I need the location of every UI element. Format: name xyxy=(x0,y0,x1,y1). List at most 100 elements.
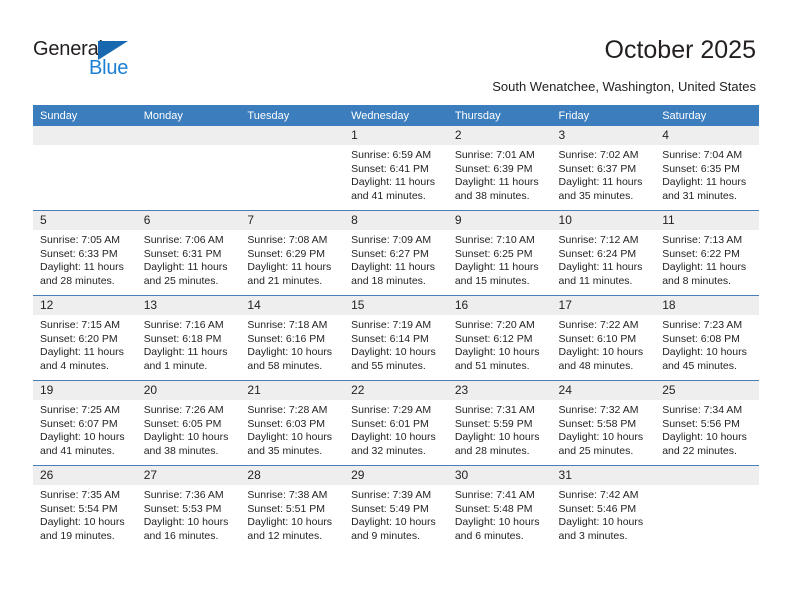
calendar-day-cell[interactable]: 11 Sunrise: 7:13 AM Sunset: 6:22 PM Dayligh… xyxy=(655,210,759,296)
calendar-day-cell[interactable]: 24 Sunrise: 7:32 AM Sunset: 5:58 PM Dayligh… xyxy=(551,380,656,466)
daylight-text-line1: Daylight: 10 hours xyxy=(143,516,229,528)
day-number: 1 xyxy=(344,126,448,145)
sunrise-text: Sunrise: 7:26 AM xyxy=(143,404,224,416)
sunset-text: Sunset: 5:59 PM xyxy=(454,417,533,430)
sunset-text: Sunset: 6:01 PM xyxy=(351,417,429,430)
daylight-text-line1: Daylight: 11 hours xyxy=(143,261,228,273)
day-details: Sunrise: 7:42 AM Sunset: 5:46 PM Daylight:… xyxy=(552,485,656,543)
daylight-text-line1: Daylight: 10 hours xyxy=(662,431,747,443)
day-details: Sunrise: 7:35 AM Sunset: 5:54 PM Daylight:… xyxy=(33,485,137,543)
calendar-day-cell[interactable]: 27 Sunrise: 7:36 AM Sunset: 5:53 PM Dayligh… xyxy=(136,465,241,550)
day-number: 8 xyxy=(344,211,448,230)
sunset-text: Sunset: 6:27 PM xyxy=(351,247,429,260)
sunset-text: Sunset: 6:22 PM xyxy=(662,247,740,260)
calendar-day-cell[interactable]: 16 Sunrise: 7:20 AM Sunset: 6:12 PM Dayligh… xyxy=(447,295,552,381)
sunset-text: Sunset: 6:10 PM xyxy=(558,332,637,345)
day-details: Sunrise: 7:25 AM Sunset: 6:07 PM Daylight:… xyxy=(33,400,137,458)
day-number: 15 xyxy=(344,296,448,315)
calendar-day-cell[interactable]: 28 Sunrise: 7:38 AM Sunset: 5:51 PM Dayligh… xyxy=(240,465,345,550)
calendar-day-cell[interactable]: 5 Sunrise: 7:05 AM Sunset: 6:33 PM Daylight… xyxy=(33,210,137,296)
daylight-text-line1: Daylight: 11 hours xyxy=(558,176,643,188)
sunrise-text: Sunrise: 7:25 AM xyxy=(40,404,120,416)
daylight-text-line2: and 19 minutes. xyxy=(40,529,115,542)
sunrise-text: Sunrise: 7:13 AM xyxy=(662,234,743,246)
calendar-day-cell[interactable]: 14 Sunrise: 7:18 AM Sunset: 6:16 PM Dayligh… xyxy=(240,295,345,381)
calendar-day-cell[interactable] xyxy=(136,126,241,211)
sunset-text: Sunset: 6:31 PM xyxy=(143,247,222,260)
calendar-day-cell[interactable] xyxy=(655,465,759,550)
calendar-day-cell[interactable]: 31 Sunrise: 7:42 AM Sunset: 5:46 PM Dayligh… xyxy=(551,465,656,550)
day-number xyxy=(655,466,759,485)
day-details: Sunrise: 7:22 AM Sunset: 6:10 PM Daylight:… xyxy=(552,315,656,373)
sunrise-text: Sunrise: 7:09 AM xyxy=(351,234,432,246)
day-details: Sunrise: 7:31 AM Sunset: 5:59 PM Daylight:… xyxy=(448,400,552,458)
calendar-day-cell[interactable]: 17 Sunrise: 7:22 AM Sunset: 6:10 PM Dayligh… xyxy=(551,295,656,381)
day-details: Sunrise: 7:02 AM Sunset: 6:37 PM Daylight:… xyxy=(552,145,656,203)
calendar-day-cell[interactable]: 21 Sunrise: 7:28 AM Sunset: 6:03 PM Dayligh… xyxy=(240,380,345,466)
calendar-day-cell[interactable] xyxy=(240,126,345,211)
daylight-text-line1: Daylight: 11 hours xyxy=(351,261,435,273)
daylight-text-line1: Daylight: 10 hours xyxy=(247,346,333,358)
calendar-day-cell[interactable]: 18 Sunrise: 7:23 AM Sunset: 6:08 PM Dayligh… xyxy=(655,295,759,381)
day-number: 21 xyxy=(240,381,345,400)
calendar-day-cell[interactable]: 4 Sunrise: 7:04 AM Sunset: 6:35 PM Daylight… xyxy=(655,126,759,211)
day-number: 10 xyxy=(551,211,656,230)
daylight-text-line2: and 48 minutes. xyxy=(558,359,634,372)
weekday-header-tuesday: Tuesday xyxy=(240,105,345,126)
day-details: Sunrise: 7:12 AM Sunset: 6:24 PM Daylight:… xyxy=(552,230,656,288)
daylight-text-line2: and 31 minutes. xyxy=(662,189,737,202)
daylight-text-line2: and 38 minutes. xyxy=(454,189,530,202)
daylight-text-line1: Daylight: 10 hours xyxy=(247,431,333,443)
calendar-day-cell[interactable]: 8 Sunrise: 7:09 AM Sunset: 6:27 PM Daylight… xyxy=(344,210,448,296)
calendar-week-row: 12 Sunrise: 7:15 AM Sunset: 6:20 PM Dayligh… xyxy=(33,295,759,381)
calendar-week-row: 1 Sunrise: 6:59 AM Sunset: 6:41 PM Daylight… xyxy=(33,126,759,211)
sunrise-text: Sunrise: 7:36 AM xyxy=(143,489,224,501)
sunrise-text: Sunrise: 7:39 AM xyxy=(351,489,432,501)
daylight-text-line1: Daylight: 10 hours xyxy=(351,516,436,528)
calendar-day-cell[interactable]: 7 Sunrise: 7:08 AM Sunset: 6:29 PM Daylight… xyxy=(240,210,345,296)
daylight-text-line1: Daylight: 10 hours xyxy=(351,346,436,358)
sunset-text: Sunset: 6:14 PM xyxy=(351,332,429,345)
sunset-text: Sunset: 6:35 PM xyxy=(662,162,740,175)
brand-logo[interactable]: General Blue xyxy=(33,38,193,84)
daylight-text-line1: Daylight: 11 hours xyxy=(662,176,747,188)
day-number xyxy=(240,126,345,145)
calendar-day-cell[interactable]: 12 Sunrise: 7:15 AM Sunset: 6:20 PM Dayligh… xyxy=(33,295,137,381)
sunrise-text: Sunrise: 7:35 AM xyxy=(40,489,120,501)
calendar-day-cell[interactable]: 9 Sunrise: 7:10 AM Sunset: 6:25 PM Daylight… xyxy=(447,210,552,296)
calendar-day-cell[interactable]: 10 Sunrise: 7:12 AM Sunset: 6:24 PM Dayligh… xyxy=(551,210,656,296)
day-number: 11 xyxy=(655,211,759,230)
sunset-text: Sunset: 6:16 PM xyxy=(247,332,326,345)
calendar-day-cell[interactable]: 29 Sunrise: 7:39 AM Sunset: 5:49 PM Dayligh… xyxy=(344,465,448,550)
calendar-day-cell[interactable]: 2 Sunrise: 7:01 AM Sunset: 6:39 PM Daylight… xyxy=(447,126,552,211)
calendar-day-cell[interactable]: 3 Sunrise: 7:02 AM Sunset: 6:37 PM Daylight… xyxy=(551,126,656,211)
calendar-day-cell[interactable]: 6 Sunrise: 7:06 AM Sunset: 6:31 PM Daylight… xyxy=(136,210,241,296)
day-number: 12 xyxy=(33,296,137,315)
calendar-day-cell[interactable]: 26 Sunrise: 7:35 AM Sunset: 5:54 PM Dayligh… xyxy=(33,465,137,550)
calendar-day-cell[interactable]: 19 Sunrise: 7:25 AM Sunset: 6:07 PM Dayligh… xyxy=(33,380,137,466)
calendar-day-cell[interactable]: 20 Sunrise: 7:26 AM Sunset: 6:05 PM Dayligh… xyxy=(136,380,241,466)
weekday-header-saturday: Saturday xyxy=(655,105,759,126)
day-number xyxy=(136,126,241,145)
calendar-day-cell[interactable]: 22 Sunrise: 7:29 AM Sunset: 6:01 PM Dayligh… xyxy=(344,380,448,466)
day-details: Sunrise: 7:41 AM Sunset: 5:48 PM Daylight:… xyxy=(448,485,552,543)
calendar-day-cell[interactable]: 30 Sunrise: 7:41 AM Sunset: 5:48 PM Dayligh… xyxy=(447,465,552,550)
sunset-text: Sunset: 5:48 PM xyxy=(454,502,533,515)
calendar-day-cell[interactable]: 25 Sunrise: 7:34 AM Sunset: 5:56 PM Dayligh… xyxy=(655,380,759,466)
day-number: 16 xyxy=(447,296,552,315)
calendar-day-cell[interactable]: 13 Sunrise: 7:16 AM Sunset: 6:18 PM Dayligh… xyxy=(136,295,241,381)
sunrise-text: Sunrise: 7:04 AM xyxy=(662,149,743,161)
day-number: 6 xyxy=(136,211,241,230)
calendar-day-cell[interactable]: 23 Sunrise: 7:31 AM Sunset: 5:59 PM Dayligh… xyxy=(447,380,552,466)
calendar-day-cell[interactable]: 1 Sunrise: 6:59 AM Sunset: 6:41 PM Daylight… xyxy=(344,126,448,211)
calendar-week-row: 5 Sunrise: 7:05 AM Sunset: 6:33 PM Daylight… xyxy=(33,210,759,296)
calendar-body: 1 Sunrise: 6:59 AM Sunset: 6:41 PM Daylight… xyxy=(33,126,759,550)
day-number: 30 xyxy=(447,466,552,485)
daylight-text-line2: and 21 minutes. xyxy=(247,274,323,287)
calendar-day-cell[interactable] xyxy=(33,126,137,211)
day-details: Sunrise: 7:04 AM Sunset: 6:35 PM Daylight:… xyxy=(655,145,759,203)
calendar-day-cell[interactable]: 15 Sunrise: 7:19 AM Sunset: 6:14 PM Dayligh… xyxy=(344,295,448,381)
daylight-text-line2: and 58 minutes. xyxy=(247,359,323,372)
sunset-text: Sunset: 5:56 PM xyxy=(662,417,740,430)
daylight-text-line2: and 6 minutes. xyxy=(454,529,524,542)
